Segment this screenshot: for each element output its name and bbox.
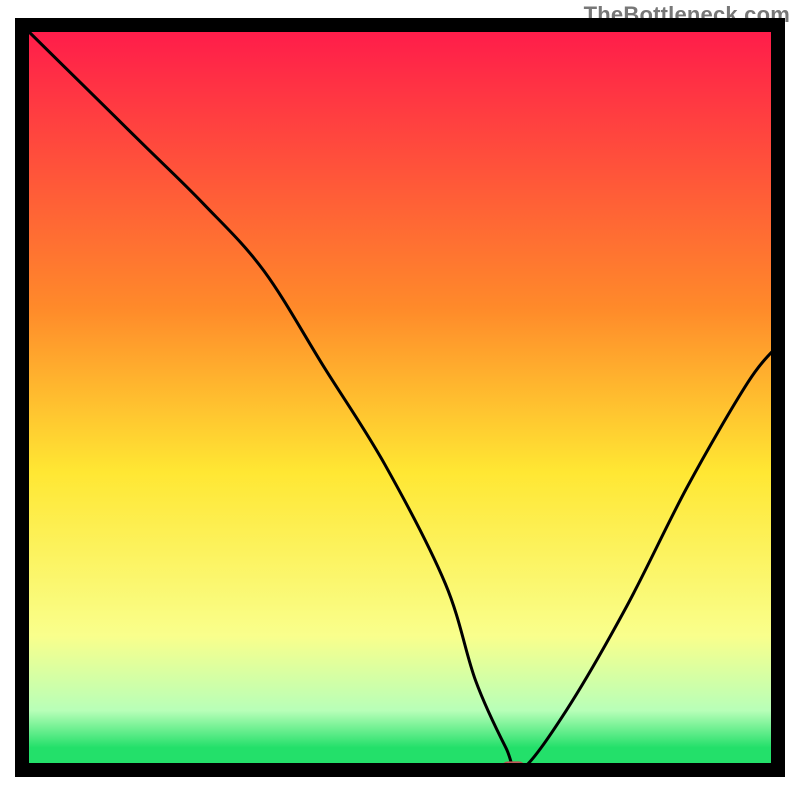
chart-stage: TheBottleneck.com [0,0,800,800]
bottleneck-chart [0,0,800,800]
